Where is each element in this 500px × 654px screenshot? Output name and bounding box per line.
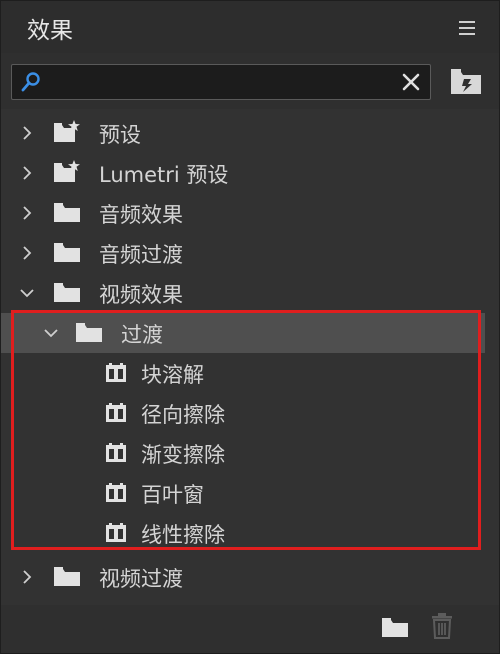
vertical-scrollbar[interactable] (487, 113, 495, 601)
chevron-right-icon[interactable] (19, 125, 35, 141)
chevron-right-icon[interactable] (19, 165, 35, 181)
tree-item-block-dissolve[interactable]: 块溶解 (1, 353, 485, 393)
chevron-down-icon[interactable] (19, 285, 35, 301)
tree-item-label: 视频过渡 (99, 567, 183, 591)
tree-item-label: 块溶解 (141, 363, 204, 387)
preset-folder-icon (54, 120, 80, 142)
trash-icon[interactable] (431, 613, 453, 639)
folder-icon (54, 283, 80, 302)
chevron-right-icon[interactable] (19, 205, 35, 221)
search-input[interactable] (52, 69, 396, 97)
effects-tree: 预设 Lumetri 预设 音频效果 音频过渡 视频效果 过渡 块溶解 径向擦除… (1, 109, 499, 605)
tree-item-transitions[interactable]: 过渡 (1, 313, 485, 353)
tree-item-label: 视频效果 (99, 283, 183, 307)
tree-item-label: Lumetri 预设 (99, 163, 229, 187)
tree-item-label: 渐变擦除 (141, 443, 225, 467)
panel-footer (1, 605, 499, 653)
folder-icon (54, 567, 80, 586)
tree-item-label: 预设 (99, 123, 141, 147)
tree-item-audio-transitions[interactable]: 音频过渡 (1, 233, 485, 273)
tree-item-label: 过渡 (121, 323, 163, 347)
new-folder-icon[interactable] (381, 615, 409, 639)
video-transition-icon (106, 523, 126, 542)
tree-item-presets[interactable]: 预设 (1, 113, 485, 153)
tree-item-venetian-blinds[interactable]: 百叶窗 (1, 473, 485, 513)
panel-title: 效果 (27, 18, 73, 44)
video-transition-icon (106, 443, 126, 462)
video-transition-icon (106, 483, 126, 502)
search-box (11, 64, 431, 100)
tree-item-radial-wipe[interactable]: 径向擦除 (1, 393, 485, 433)
tree-item-label: 音频效果 (99, 203, 183, 227)
panel-header: 效果 (1, 1, 499, 53)
preset-folder-icon (54, 160, 80, 182)
chevron-right-icon[interactable] (19, 245, 35, 261)
chevron-right-icon[interactable] (19, 569, 35, 585)
close-icon[interactable] (401, 72, 421, 92)
tree-item-label: 音频过渡 (99, 243, 183, 267)
tree-item-gradient-wipe[interactable]: 渐变擦除 (1, 433, 485, 473)
tree-item-label: 径向擦除 (141, 403, 225, 427)
new-custom-bin-icon[interactable] (449, 66, 483, 96)
tree-item-label: 线性擦除 (141, 523, 225, 547)
folder-icon (54, 203, 80, 222)
search-icon (21, 72, 40, 92)
tree-item-video-transitions[interactable]: 视频过渡 (1, 557, 485, 597)
tree-item-video-effects[interactable]: 视频效果 (1, 273, 485, 313)
chevron-down-icon[interactable] (43, 325, 59, 341)
tree-item-audio-effects[interactable]: 音频效果 (1, 193, 485, 233)
video-transition-icon (106, 403, 126, 422)
effects-panel: 效果 预设 Lumetri 预设 音频效果 音频过渡 视频效果 过渡 块溶解 径… (0, 0, 500, 654)
hamburger-menu-icon[interactable] (459, 21, 475, 35)
search-bar (1, 53, 499, 109)
tree-item-linear-wipe[interactable]: 线性擦除 (1, 513, 485, 553)
tree-item-lumetri-presets[interactable]: Lumetri 预设 (1, 153, 485, 193)
folder-icon (76, 323, 102, 342)
video-transition-icon (106, 363, 126, 382)
folder-icon (54, 243, 80, 262)
tree-item-label: 百叶窗 (141, 483, 204, 507)
